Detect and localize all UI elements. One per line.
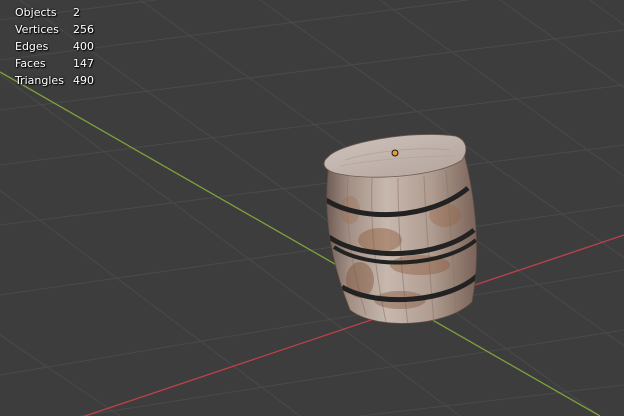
stat-label: Vertices bbox=[15, 23, 59, 36]
stat-value: 256 bbox=[73, 23, 94, 36]
stat-row-objects: Objects 2 bbox=[15, 4, 94, 21]
stat-label: Triangles bbox=[15, 74, 64, 87]
stat-value: 490 bbox=[73, 74, 94, 87]
3d-viewport[interactable]: Objects 2 Vertices 256 Edges 400 Faces 1… bbox=[0, 0, 624, 416]
object-origin-dot[interactable] bbox=[391, 149, 399, 157]
stat-label: Objects bbox=[15, 6, 57, 19]
stat-row-faces: Faces 147 bbox=[15, 55, 94, 72]
barrel-object[interactable] bbox=[323, 134, 478, 325]
y-axis-line bbox=[0, 71, 601, 416]
stat-label: Edges bbox=[15, 40, 49, 53]
stat-label: Faces bbox=[15, 57, 46, 70]
stat-value: 2 bbox=[73, 6, 80, 19]
stat-row-edges: Edges 400 bbox=[15, 38, 94, 55]
stat-row-triangles: Triangles 490 bbox=[15, 72, 94, 89]
stat-row-vertices: Vertices 256 bbox=[15, 21, 94, 38]
stat-value: 400 bbox=[73, 40, 94, 53]
stat-value: 147 bbox=[73, 57, 94, 70]
viewport-statistics-overlay: Objects 2 Vertices 256 Edges 400 Faces 1… bbox=[15, 4, 94, 89]
